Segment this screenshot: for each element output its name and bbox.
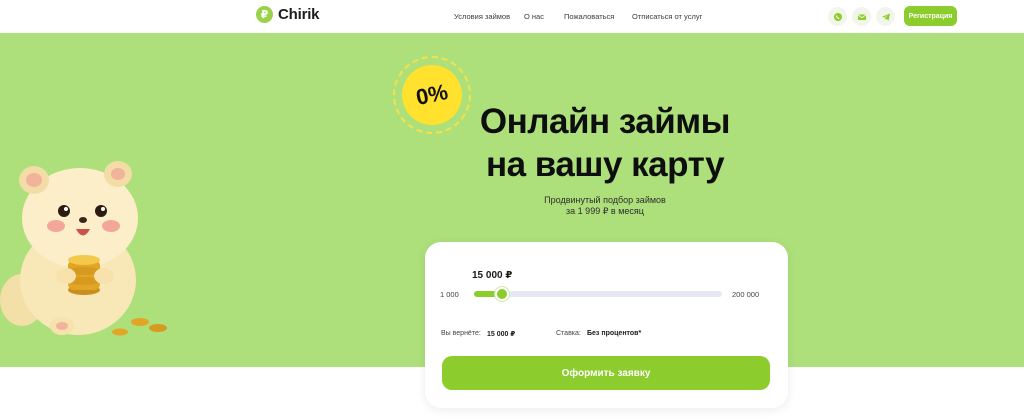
nav-link-unsubscribe[interactable]: Отписаться от услуг xyxy=(632,12,702,21)
register-button[interactable]: Регистрация xyxy=(904,6,957,26)
apply-button[interactable]: Оформить заявку xyxy=(442,356,770,390)
hero-title-line1: Онлайн займы xyxy=(479,102,731,141)
loan-calculator-card: 15 000 ₽ 1 000 200 000 Вы вернёте: 15 00… xyxy=(425,242,788,408)
hero-title-line2: на вашу карту xyxy=(485,145,725,184)
hero-title: Онлайн займы на вашу карту xyxy=(420,100,790,186)
hero-subtitle-line2: за 1 999 ₽ в месяц xyxy=(566,206,644,216)
hero-subtitle: Продвинутый подбор займов за 1 999 ₽ в м… xyxy=(480,195,730,217)
return-label: Вы вернёте: xyxy=(441,330,481,337)
slider-max-label: 200 000 xyxy=(732,290,760,299)
loan-amount-value: 15 000 ₽ xyxy=(472,270,513,281)
nav-link-loan-terms[interactable]: Условия займов xyxy=(454,12,510,21)
rate-value: Без процентов* xyxy=(587,330,642,337)
whatsapp-icon[interactable] xyxy=(828,7,847,26)
telegram-icon[interactable] xyxy=(876,7,895,26)
slider-min-label: 1 000 xyxy=(440,290,459,299)
nav-link-complain[interactable]: Пожаловаться xyxy=(564,12,614,21)
return-value: 15 000 ₽ xyxy=(487,331,516,338)
mail-icon[interactable] xyxy=(852,7,871,26)
rate-label: Ставка: xyxy=(556,330,581,337)
hamster-mascot-image xyxy=(0,161,167,336)
amount-slider-handle[interactable] xyxy=(495,287,509,301)
amount-slider-track[interactable] xyxy=(474,291,722,297)
hero-subtitle-line1: Продвинутый подбор займов xyxy=(544,195,666,205)
nav-link-about[interactable]: О нас xyxy=(524,12,544,21)
site-header: ₽ Chirik Условия займов О нас Пожаловать… xyxy=(0,0,1024,33)
